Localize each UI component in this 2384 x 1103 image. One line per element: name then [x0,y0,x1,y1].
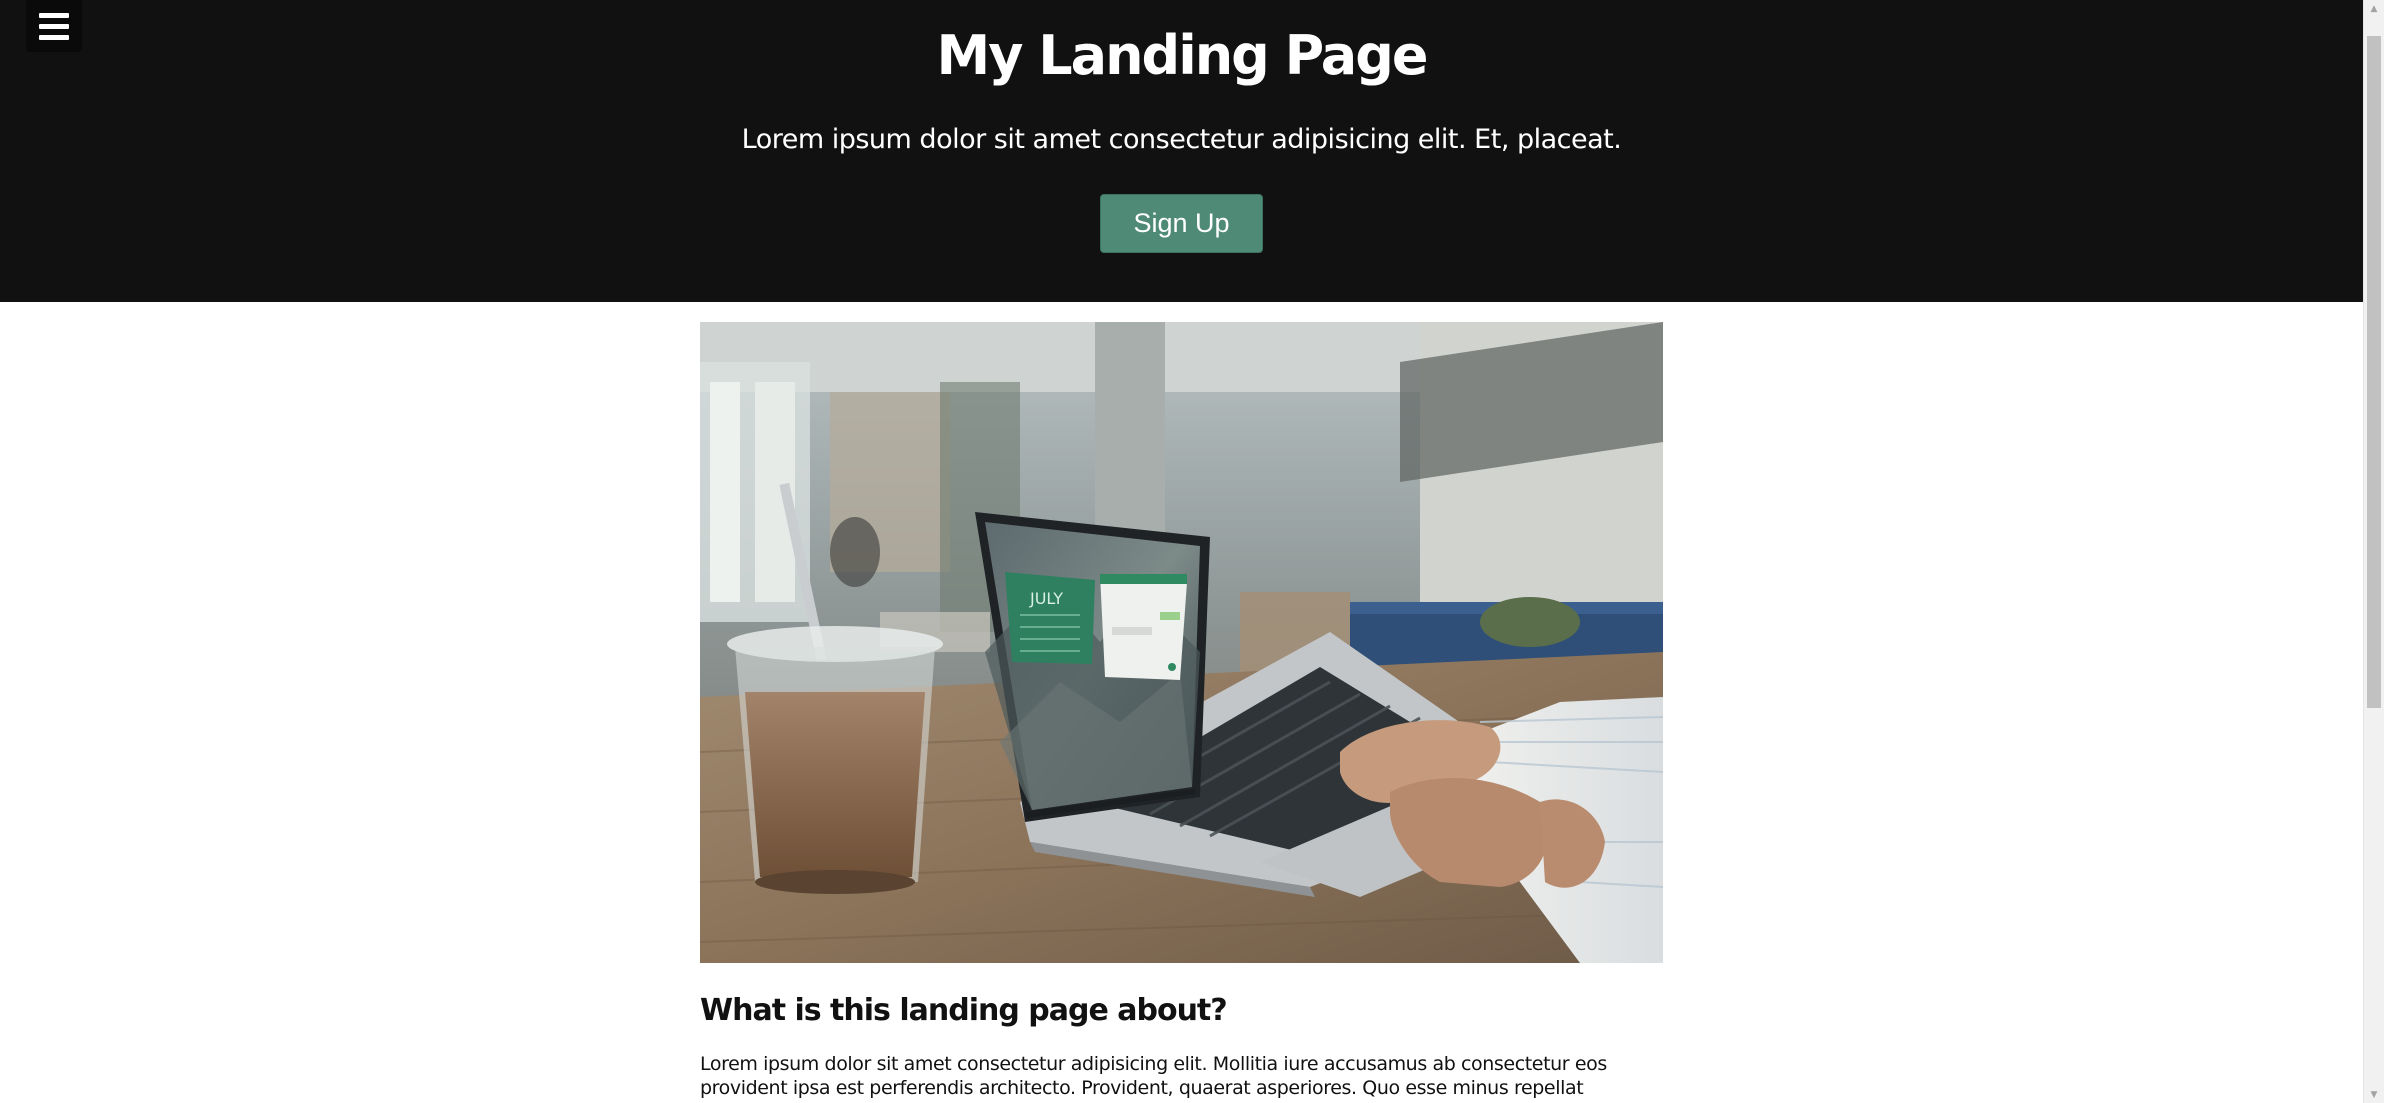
hero-image: JULY [700,322,1663,963]
sign-up-button[interactable]: Sign Up [1100,194,1263,253]
svg-text:JULY: JULY [1029,589,1063,608]
hamburger-menu-icon [39,12,69,18]
vertical-scrollbar[interactable]: ▲ ▼ [2363,0,2384,1103]
scroll-down-arrow-icon[interactable]: ▼ [2364,1086,2384,1103]
section-paragraph: Lorem ipsum dolor sit amet consectetur a… [700,1053,1607,1103]
hero-subtitle: Lorem ipsum dolor sit amet consectetur a… [741,124,1622,155]
laptop-cafe-photo: JULY [700,322,1663,963]
section-heading: What is this landing page about? [700,993,1228,1028]
browser-viewport: My Landing Page Lorem ipsum dolor sit am… [0,0,2384,1103]
page-title: My Landing Page [936,24,1429,87]
hero-header: My Landing Page Lorem ipsum dolor sit am… [0,0,2363,302]
scroll-up-arrow-icon[interactable]: ▲ [2364,0,2384,17]
landing-page: My Landing Page Lorem ipsum dolor sit am… [0,0,2363,1103]
scrollbar-thumb[interactable] [2367,36,2381,708]
